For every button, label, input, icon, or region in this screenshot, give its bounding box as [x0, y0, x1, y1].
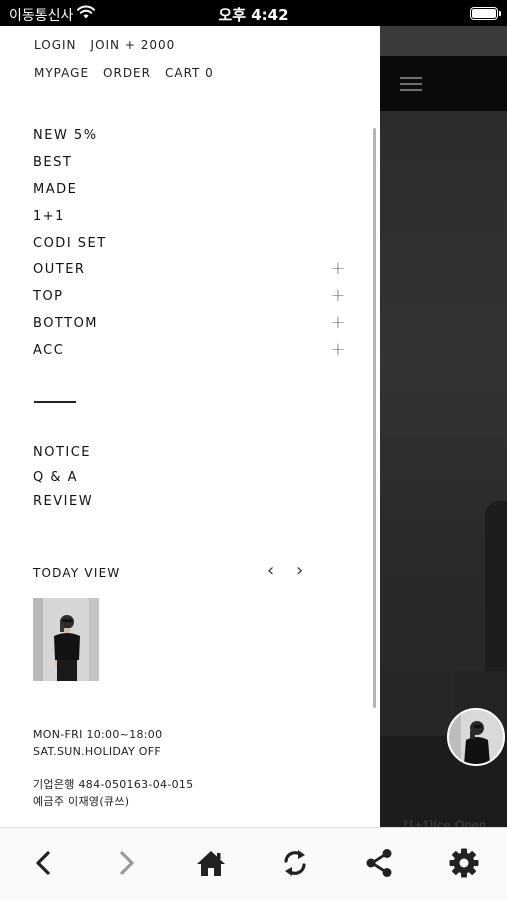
back-icon[interactable] [25, 845, 61, 881]
menu-item-label: NEW 5% [33, 128, 98, 143]
category-menu: NEW 5% BEST MADE 1+1 CODI SET OUTER + TOP… [33, 129, 353, 371]
top-links-row-1: LOGIN JOIN + 2000 [34, 38, 189, 52]
expand-plus-icon[interactable]: + [330, 314, 347, 332]
bank-holder: 예금주 이재영(큐쓰) [33, 795, 130, 808]
expand-plus-icon[interactable]: + [330, 341, 347, 359]
battery-icon [470, 7, 498, 20]
side-drawer: LOGIN JOIN + 2000 MYPAGE ORDER CART 0 NEW 5… [0, 26, 380, 827]
join-link[interactable]: JOIN + 2000 [91, 38, 176, 52]
clock: 오후 4:42 [218, 6, 289, 24]
menu-item-label: TOP [33, 289, 64, 305]
today-view-thumbnail[interactable] [33, 598, 99, 681]
menu-item-made[interactable]: MADE [33, 181, 353, 210]
menu-item-label: ACC [33, 343, 65, 359]
menu-item-label: OUTER [33, 262, 86, 278]
bank-info: 기업은행 484-050163-04-015 예금주 이재영(큐쓰) [33, 776, 193, 810]
background-product-title: [1+1]Ice Open [404, 818, 487, 827]
today-view-prev-icon[interactable]: ‹ [267, 560, 274, 581]
expand-plus-icon[interactable]: + [330, 260, 347, 278]
top-links-row-2: MYPAGE ORDER CART 0 [34, 66, 228, 80]
menu-item-qna[interactable]: Q & A [33, 470, 93, 495]
menu-item-acc[interactable]: ACC + [33, 341, 353, 371]
today-view-next-icon[interactable]: › [296, 560, 303, 581]
menu-item-1plus1[interactable]: 1+1 [33, 208, 353, 237]
section-divider [34, 401, 76, 403]
expand-plus-icon[interactable]: + [330, 287, 347, 305]
background-product-photo [380, 111, 507, 741]
hours-weekend: SAT.SUN.HOLIDAY OFF [33, 745, 162, 758]
mypage-link[interactable]: MYPAGE [34, 66, 89, 80]
hamburger-menu-icon[interactable] [400, 77, 422, 91]
business-hours: MON-FRI 10:00~18:00 SAT.SUN.HOLIDAY OFF [33, 726, 162, 760]
menu-item-label: BOTTOM [33, 316, 99, 332]
order-link[interactable]: ORDER [103, 66, 151, 80]
bank-account: 기업은행 484-050163-04-015 [33, 778, 194, 791]
community-menu: NOTICE Q & A REVIEW [33, 445, 93, 519]
menu-item-label: MADE [33, 181, 78, 197]
home-icon[interactable] [193, 845, 229, 881]
battery-tip [499, 11, 501, 16]
login-link[interactable]: LOGIN [34, 38, 77, 52]
refresh-icon[interactable] [277, 845, 313, 881]
settings-icon[interactable] [446, 845, 482, 881]
menu-item-label: BEST [33, 154, 73, 170]
background-top-strip [380, 26, 507, 56]
hours-weekday: MON-FRI 10:00~18:00 [33, 728, 163, 741]
menu-item-bottom[interactable]: BOTTOM + [33, 314, 353, 344]
drawer-scrollbar[interactable] [373, 128, 376, 708]
menu-item-label: 1+1 [33, 208, 65, 224]
menu-item-notice[interactable]: NOTICE [33, 445, 93, 470]
menu-item-label: CODI SET [33, 235, 107, 251]
bottom-toolbar [0, 827, 507, 900]
today-view-title: TODAY VIEW [33, 566, 121, 580]
cart-link[interactable]: CART 0 [165, 66, 214, 80]
background-page[interactable]: [1+1]Ice Open [380, 26, 507, 827]
menu-item-new[interactable]: NEW 5% [33, 129, 353, 156]
floating-recent-item-avatar[interactable] [447, 708, 505, 766]
menu-item-outer[interactable]: OUTER + [33, 260, 353, 290]
menu-item-codi-set[interactable]: CODI SET [33, 235, 353, 264]
menu-item-top[interactable]: TOP + [33, 287, 353, 317]
menu-item-best[interactable]: BEST [33, 154, 353, 183]
menu-item-review[interactable]: REVIEW [33, 494, 93, 519]
share-icon[interactable] [361, 845, 397, 881]
status-bar: 이동통신사 오후 4:42 [0, 0, 507, 26]
forward-icon[interactable] [109, 845, 145, 881]
